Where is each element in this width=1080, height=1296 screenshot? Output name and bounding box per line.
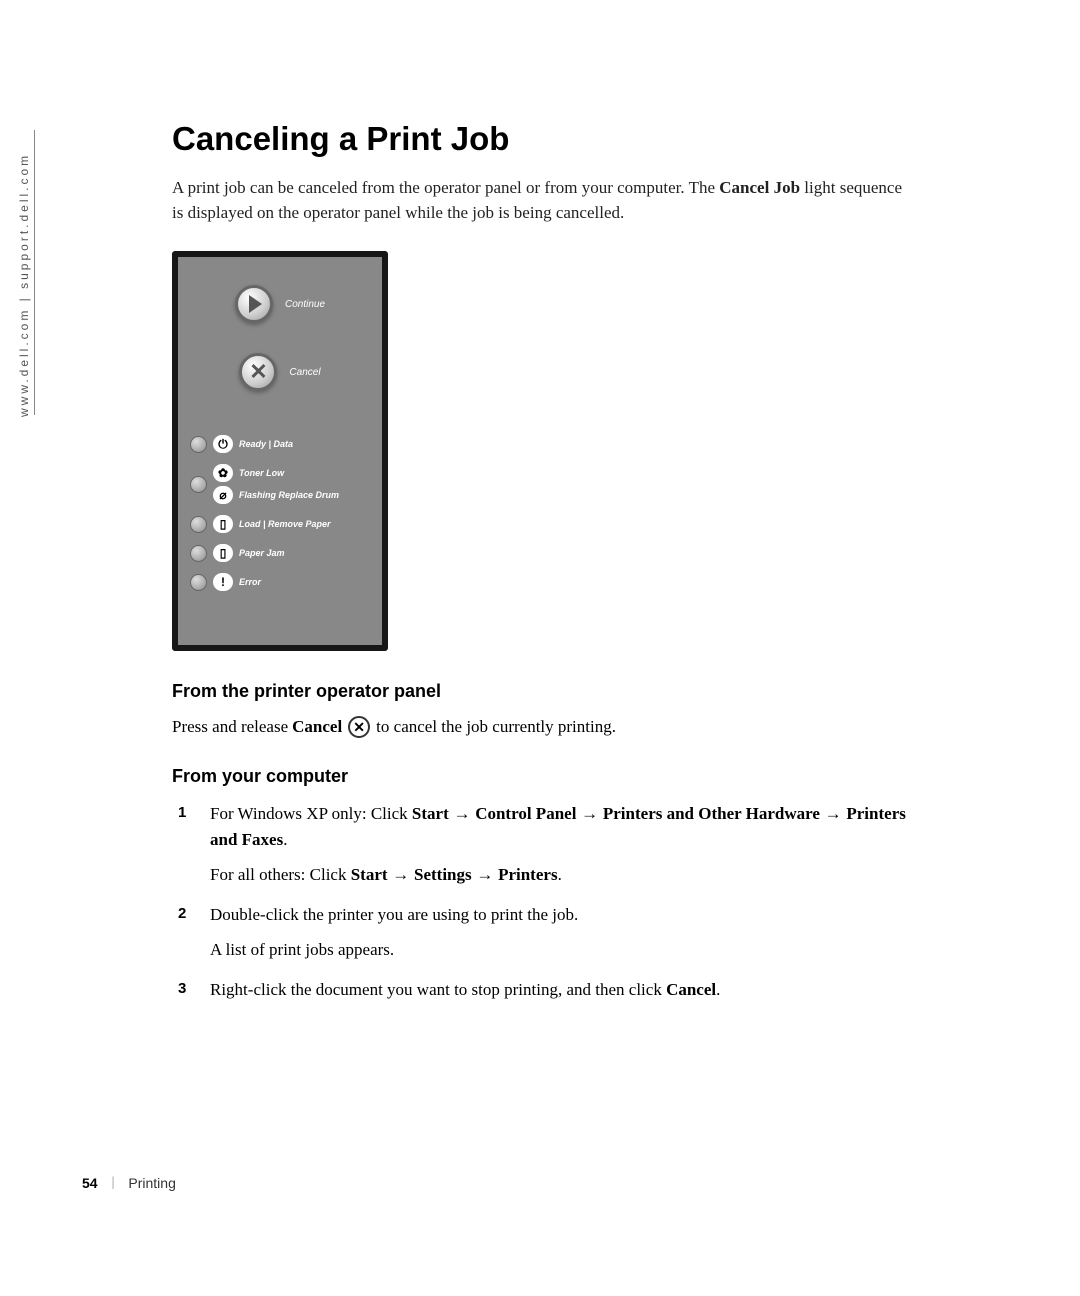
status-toner: ✿ Toner Low ⌀ Flashing Replace Drum <box>190 464 370 504</box>
cancel-button: ✕ <box>239 353 277 391</box>
subheading-operator-panel: From the printer operator panel <box>172 681 912 702</box>
paper-icon: ▯ <box>213 515 233 533</box>
error-icon: ! <box>213 573 233 591</box>
status-jam: ▯ Paper Jam <box>190 544 370 562</box>
steps-list: For Windows XP only: Click Start → Contr… <box>172 801 912 1002</box>
side-rail: www.dell.com | support.dell.com <box>34 130 48 415</box>
power-icon: ⏻ <box>213 435 233 453</box>
intro-paragraph: A print job can be canceled from the ope… <box>172 176 912 225</box>
page-title: Canceling a Print Job <box>172 120 912 158</box>
step-2-sub: A list of print jobs appears. <box>210 937 912 963</box>
cancel-inline-icon: ✕ <box>348 716 370 738</box>
step-1: For Windows XP only: Click Start → Contr… <box>172 801 912 888</box>
x-icon: ✕ <box>249 361 267 383</box>
jam-icon: ▯ <box>213 544 233 562</box>
sec1-post: to cancel the job currently printing. <box>376 717 616 737</box>
status-ready: ⏻ Ready | Data <box>190 435 370 453</box>
status-label: Paper Jam <box>239 548 285 558</box>
toner-stack: ✿ Toner Low ⌀ Flashing Replace Drum <box>213 464 339 504</box>
cancel-button-row: ✕ Cancel <box>239 353 320 391</box>
status-label: Load | Remove Paper <box>239 519 331 529</box>
led-icon <box>190 574 207 591</box>
play-icon <box>249 295 262 313</box>
status-rows: ⏻ Ready | Data ✿ Toner Low ⌀ Flashing Re… <box>190 435 370 591</box>
status-error: ! Error <box>190 573 370 591</box>
intro-pre: A print job can be canceled from the ope… <box>172 178 719 197</box>
sec1-body: Press and release Cancel ✕ to cancel the… <box>172 716 912 738</box>
led-icon <box>190 436 207 453</box>
status-load: ▯ Load | Remove Paper <box>190 515 370 533</box>
cancel-label: Cancel <box>289 367 320 378</box>
status-label: Flashing Replace Drum <box>239 490 339 500</box>
continue-button <box>235 285 273 323</box>
main-content: Canceling a Print Job A print job can be… <box>172 120 912 1016</box>
continue-button-row: Continue <box>235 285 325 323</box>
status-label: Toner Low <box>239 468 284 478</box>
status-label: Ready | Data <box>239 439 293 449</box>
step-3: Right-click the document you want to sto… <box>172 977 912 1003</box>
page-footer: 54 | Printing <box>82 1175 176 1191</box>
side-url-text: www.dell.com | support.dell.com <box>17 153 31 417</box>
intro-bold: Cancel Job <box>719 178 800 197</box>
led-icon <box>190 476 207 493</box>
led-icon <box>190 516 207 533</box>
step-1-sub: For all others: Click Start → Settings →… <box>210 862 912 888</box>
led-icon <box>190 545 207 562</box>
continue-label: Continue <box>285 299 325 310</box>
subheading-computer: From your computer <box>172 766 912 787</box>
sec1-bold: Cancel <box>292 717 342 737</box>
footer-divider: | <box>112 1175 115 1191</box>
step-2: Double-click the printer you are using t… <box>172 902 912 963</box>
page-number: 54 <box>82 1175 98 1191</box>
status-label: Error <box>239 577 261 587</box>
footer-section: Printing <box>128 1175 175 1191</box>
drop-icon: ✿ <box>213 464 233 482</box>
drum-icon: ⌀ <box>213 486 233 504</box>
sec1-pre: Press and release <box>172 717 288 737</box>
operator-panel-figure: Continue ✕ Cancel ⏻ Ready | Data ✿ Toner… <box>172 251 388 651</box>
side-rail-line <box>34 130 48 415</box>
